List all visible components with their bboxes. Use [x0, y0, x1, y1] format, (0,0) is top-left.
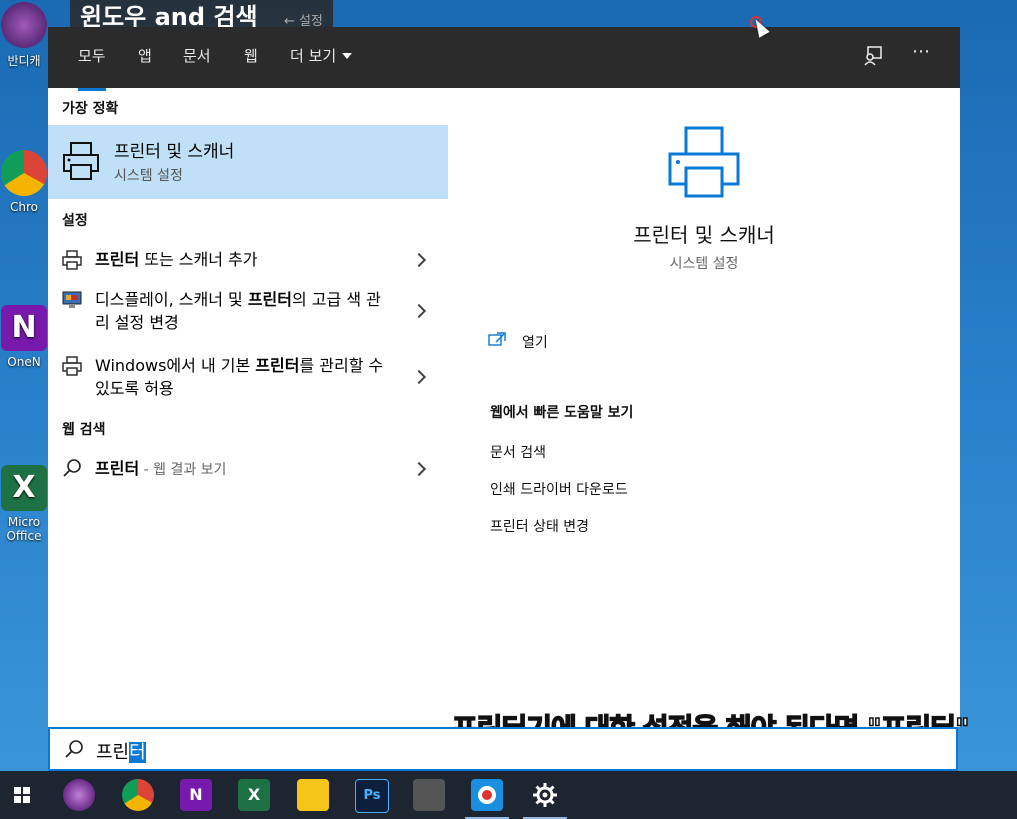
- web-search-item[interactable]: 프린터 - 웹 결과 보기: [48, 448, 448, 488]
- photoshop-icon[interactable]: Ps: [355, 779, 389, 813]
- chevron-right-icon: [411, 303, 427, 319]
- best-match-item[interactable]: 프린터 및 스캐너 시스템 설정: [48, 125, 448, 199]
- preview-pane: 프린터 및 스캐너 시스템 설정 열기 웹에서 빠른 도움말 보기 문서 검색 …: [448, 88, 960, 727]
- onenote-icon: N: [1, 305, 47, 351]
- best-match-title: 프린터 및 스캐너: [114, 142, 235, 162]
- web-search-query: 프린터: [95, 459, 140, 478]
- settings-item-default-printer[interactable]: Windows에서 내 기본 프린터를 관리할 수 있도록 허용: [48, 350, 448, 406]
- tab-web[interactable]: 웹: [244, 27, 258, 88]
- open-action[interactable]: 열기: [488, 330, 608, 352]
- desktop-icon-label: Chro: [10, 200, 38, 214]
- tab-documents[interactable]: 문서: [183, 27, 211, 88]
- search-topbar: 모두 앱 문서 웹 더 보기 ⋯: [48, 27, 960, 91]
- open-label: 열기: [522, 335, 548, 351]
- settings-item-bold: 프린터: [247, 290, 292, 309]
- desktop-icon-excel[interactable]: X Micro Office: [0, 465, 48, 543]
- chevron-right-icon: [411, 252, 427, 268]
- more-options-icon[interactable]: ⋯: [912, 41, 930, 62]
- printer-icon: [63, 142, 99, 180]
- search-box[interactable]: 프린터: [48, 727, 958, 771]
- tab-more[interactable]: 더 보기: [290, 27, 353, 88]
- tab-apps[interactable]: 앱: [138, 27, 152, 88]
- tab-more-label: 더 보기: [290, 47, 337, 65]
- search-input[interactable]: 프린터: [96, 738, 146, 764]
- results-list: 가장 정확 프린터 및 스캐너 시스템 설정 설정 프린터 또는 스캐너 추가: [48, 88, 448, 727]
- settings-gear-icon[interactable]: [523, 779, 567, 819]
- desktop-icon-label: OneN: [7, 355, 41, 369]
- desktop-icon-chrome[interactable]: Chro: [0, 150, 48, 214]
- bandicam-record-icon[interactable]: [465, 779, 509, 819]
- chrome-icon[interactable]: [122, 779, 154, 811]
- excel-icon: X: [1, 465, 47, 511]
- preview-subtitle: 시스템 설정: [669, 256, 739, 272]
- settings-heading: 설정: [62, 213, 88, 229]
- sticky-notes-icon[interactable]: [297, 779, 329, 811]
- windows-start-icon[interactable]: [6, 779, 38, 811]
- desktop-icon-onenote[interactable]: N OneN: [0, 305, 48, 369]
- web-search-suffix: - 웹 결과 보기: [139, 462, 227, 478]
- bandicam-icon: [1, 2, 47, 48]
- printer-icon: [62, 356, 82, 376]
- desktop-icon-label: 반디캐: [7, 54, 41, 68]
- printer-icon: [62, 250, 82, 270]
- web-link-driver-download[interactable]: 인쇄 드라이버 다운로드: [490, 479, 628, 499]
- search-icon: [63, 459, 81, 477]
- settings-item-add-printer[interactable]: 프린터 또는 스캐너 추가: [48, 238, 448, 278]
- settings-item-text: 또는 스캐너 추가: [139, 250, 258, 269]
- settings-item-text: Windows에서 내 기본: [95, 356, 256, 375]
- settings-item-bold: 프린터: [255, 356, 300, 375]
- preview-title: 프린터 및 스캐너: [633, 223, 775, 247]
- search-selected-text: 터: [129, 742, 146, 763]
- excel-icon[interactable]: X: [238, 779, 270, 811]
- feedback-icon[interactable]: [862, 45, 884, 72]
- open-icon: [488, 332, 506, 346]
- onenote-icon[interactable]: N: [180, 779, 212, 811]
- best-match-subtitle: 시스템 설정: [114, 168, 183, 184]
- settings-item-bold: 프린터: [95, 250, 140, 269]
- calculator-icon[interactable]: [413, 779, 445, 811]
- display-color-icon: [62, 291, 82, 308]
- tab-all[interactable]: 모두: [78, 27, 106, 91]
- search-typed-text: 프린: [96, 742, 130, 763]
- desktop-icon-bandicam[interactable]: 반디캐: [0, 2, 48, 69]
- web-link-printer-status[interactable]: 프린터 상태 변경: [490, 516, 589, 536]
- chevron-right-icon: [411, 369, 427, 385]
- settings-item-color-management[interactable]: 디스플레이, 스캐너 및 프린터의 고급 색 관리 설정 변경: [48, 284, 448, 340]
- web-search-heading: 웹 검색: [62, 422, 106, 438]
- settings-item-text: 디스플레이, 스캐너 및: [95, 290, 248, 309]
- bandicam-icon[interactable]: [63, 779, 95, 811]
- best-match-heading: 가장 정확: [62, 101, 119, 117]
- search-icon: [65, 740, 83, 758]
- caret-down-icon: [342, 53, 353, 59]
- chrome-icon: [1, 150, 47, 196]
- desktop-icon-label: Micro Office: [6, 515, 42, 543]
- chevron-right-icon: [411, 461, 427, 477]
- printer-large-icon: [668, 126, 740, 198]
- taskbar: N X Ps: [0, 771, 1017, 819]
- web-help-heading: 웹에서 빠른 도움말 보기: [490, 405, 634, 421]
- web-link-docs-search[interactable]: 문서 검색: [490, 442, 546, 462]
- search-panel: 모두 앱 문서 웹 더 보기 ⋯ 가장 정확 프린터 및 스캐너 시스템 설정 …: [48, 27, 960, 727]
